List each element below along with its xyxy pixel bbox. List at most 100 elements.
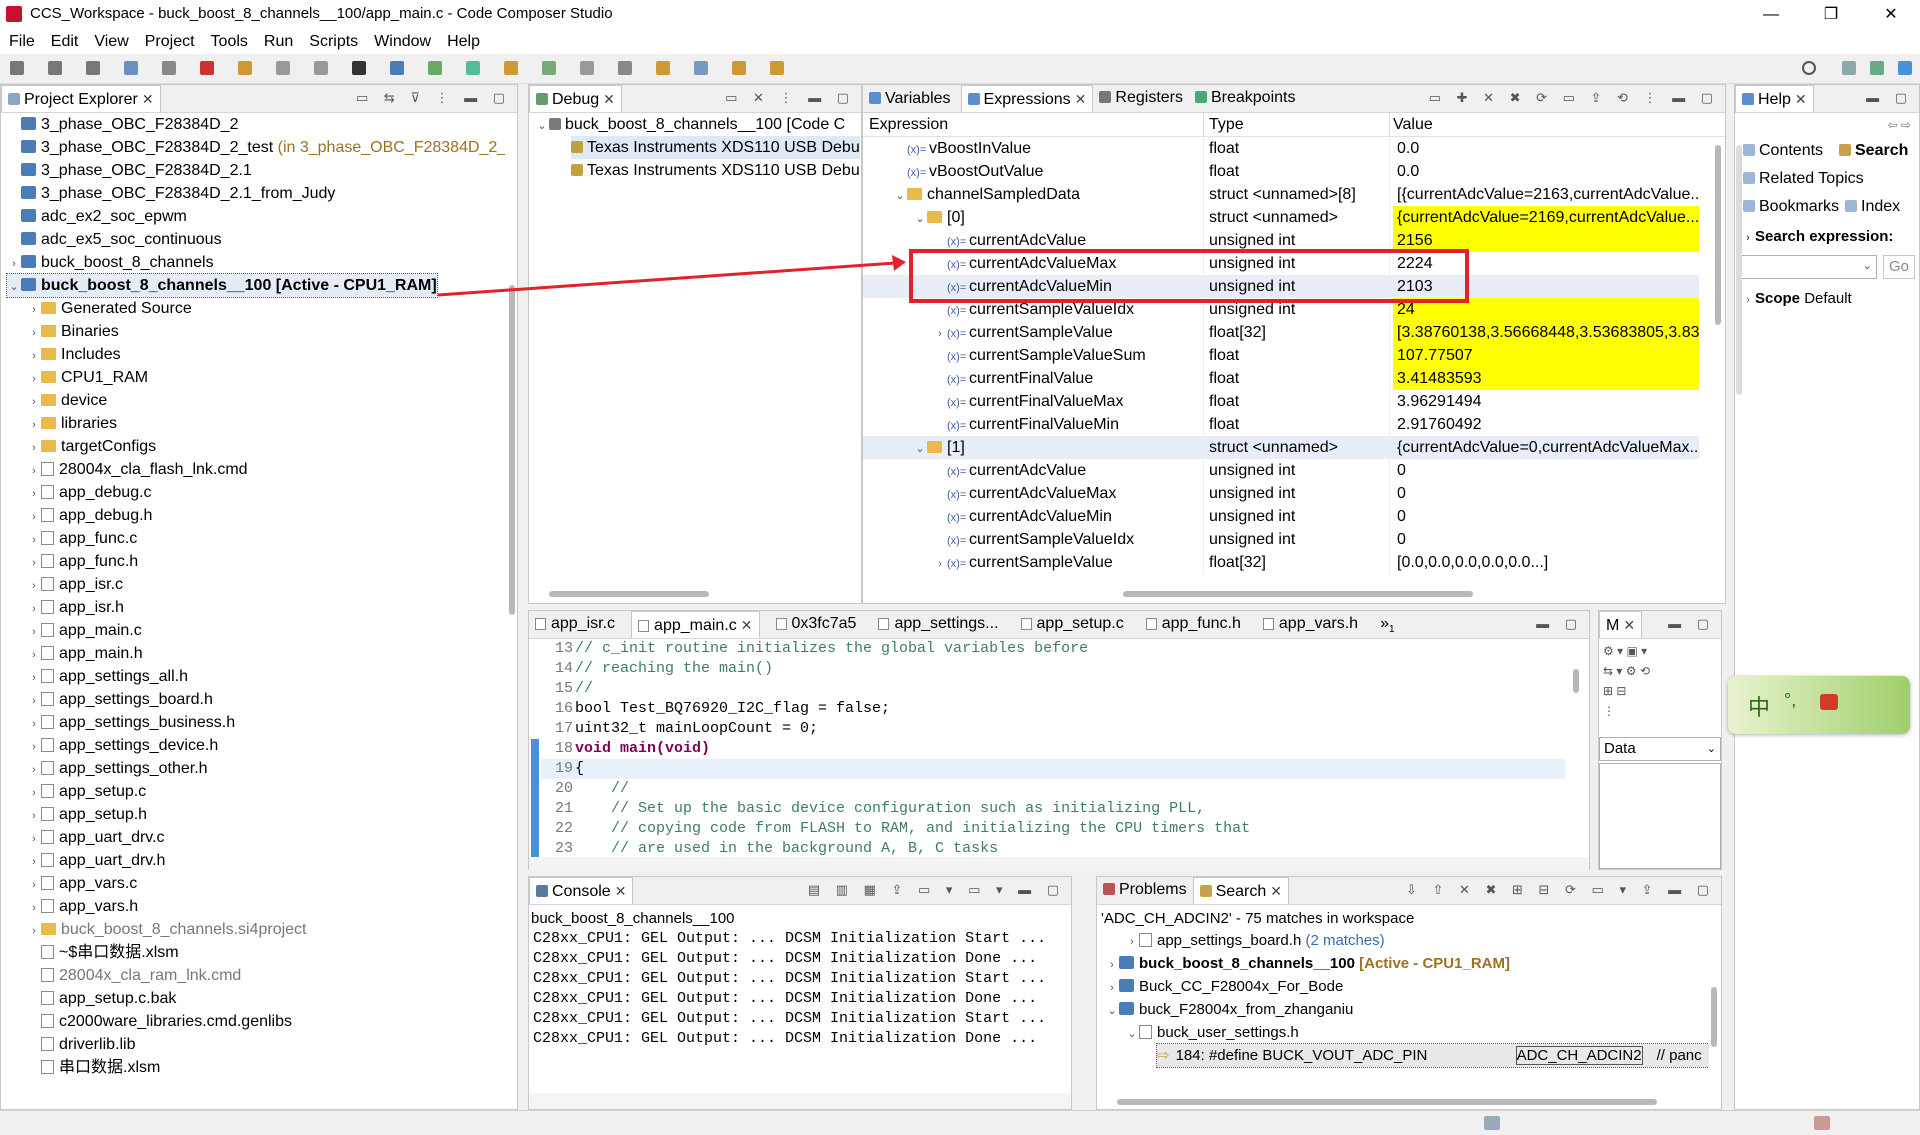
code-line[interactable]: 18 void main(void) [541, 739, 710, 759]
expand-arrow-icon[interactable]: › [27, 782, 41, 805]
ime-toolbar[interactable]: 中 °, [1728, 676, 1910, 734]
expression-row[interactable]: (x)= vBoostOutValue float 0.0 [863, 160, 1699, 183]
toolbar-button-icon[interactable] [580, 61, 594, 75]
project-tree-item[interactable]: › app_settings_other.h [27, 757, 207, 782]
debug-tree-item[interactable]: ⌄ buck_boost_8_channels__100 [Code C [535, 113, 845, 136]
expand-arrow-icon[interactable]: › [27, 460, 41, 483]
search-expression-input[interactable]: ⌄ [1739, 255, 1877, 279]
tab-variables[interactable]: Variables [863, 85, 961, 111]
view-controls[interactable]: ▤ ▥ ▦ ⇪ ▭ ▾ ▭ ▾ ▬ ▢ [808, 882, 1065, 898]
code-line[interactable]: 14// reaching the main() [541, 659, 773, 679]
expand-arrow-icon[interactable]: › [1105, 977, 1119, 1000]
project-tree-item[interactable]: › app_settings_business.h [27, 711, 235, 734]
expand-arrow-icon[interactable]: › [27, 874, 41, 897]
expand-arrow-icon[interactable]: ⌄ [913, 438, 927, 459]
toolbar-button-icon[interactable] [390, 61, 404, 75]
project-tree-item[interactable]: › app_isr.h [27, 596, 124, 619]
scope-row[interactable]: › Scope Default [1741, 287, 1852, 310]
close-tab-icon[interactable]: ✕ [142, 91, 154, 107]
column-value[interactable]: Value [1393, 113, 1693, 136]
console-hscrollbar[interactable] [529, 1093, 1071, 1109]
expand-arrow-icon[interactable]: ⌄ [893, 185, 907, 206]
project-tree-item[interactable]: › app_settings_all.h [27, 665, 188, 688]
editor-tab[interactable]: app_setup.c [1015, 611, 1130, 637]
menu-edit[interactable]: Edit [42, 30, 86, 54]
expression-value-cell[interactable]: {currentAdcValue=2169,currentAdcValue... [1393, 206, 1699, 229]
perspective-icon[interactable] [1870, 61, 1884, 75]
expression-value-cell[interactable]: 0 [1393, 459, 1699, 482]
project-tree-item[interactable]: › app_debug.h [27, 504, 152, 527]
expand-arrow-icon[interactable]: › [27, 736, 41, 759]
project-tree-item[interactable]: › app_settings_board.h [27, 688, 213, 711]
project-tree-item[interactable]: › Binaries [27, 320, 119, 343]
expand-arrow-icon[interactable]: › [27, 897, 41, 920]
toolbar-button-icon[interactable] [276, 61, 290, 75]
project-tree-item[interactable]: › app_main.h [27, 642, 142, 665]
project-tree-item[interactable]: › app_main.c [27, 619, 142, 642]
expression-value-cell[interactable]: 0.0 [1393, 137, 1699, 160]
minimize-button[interactable]: — [1746, 2, 1796, 28]
close-tab-icon[interactable]: ✕ [615, 883, 627, 899]
expand-arrow-icon[interactable]: › [1105, 954, 1119, 977]
toolbar-button-icon[interactable] [48, 61, 62, 75]
search-match-line[interactable]: ⇨ 184: #define BUCK_VOUT_ADC_PIN ADC_CH_AD… [1156, 1043, 1709, 1068]
expression-row[interactable]: ⌄ channelSampledData struct <unnamed>[8] [{… [863, 183, 1699, 206]
toolbar-button-icon[interactable] [694, 61, 708, 75]
expand-arrow-icon[interactable]: ⌄ [535, 115, 549, 138]
project-tree-item[interactable]: › app_debug.c [27, 481, 151, 504]
expand-arrow-icon[interactable]: › [7, 253, 21, 276]
search-result-item[interactable]: › Buck_CC_F28004x_For_Bode [1105, 975, 1343, 998]
code-line[interactable]: 15// [541, 679, 593, 699]
expression-row[interactable]: (x)= currentAdcValueMin unsigned int 0 [863, 505, 1699, 528]
code-editor[interactable]: 13// c_init routine initializes the glob… [541, 639, 1565, 857]
code-line[interactable]: 17 uint32_t mainLoopCount = 0; [541, 719, 818, 739]
tab-outline[interactable]: M ✕ [1599, 611, 1643, 638]
expressions-vscrollbar[interactable] [1715, 145, 1721, 325]
expand-arrow-icon[interactable]: › [27, 713, 41, 736]
menu-help[interactable]: Help [438, 30, 487, 54]
expand-arrow-icon[interactable]: › [27, 828, 41, 851]
expression-value-cell[interactable]: [3.38760138,3.56668448,3.53683805,3.835 [1393, 321, 1699, 344]
editor-tab[interactable]: app_func.h [1140, 611, 1247, 637]
expression-row[interactable]: (x)= currentAdcValueMax unsigned int 0 [863, 482, 1699, 505]
go-button[interactable]: Go [1883, 255, 1915, 279]
view-controls[interactable]: ▬ ▢ [1866, 90, 1913, 106]
expand-arrow-icon[interactable]: ⌄ [1105, 1000, 1119, 1023]
editor-tab[interactable]: app_vars.h [1257, 611, 1364, 637]
toolbar-button-icon[interactable] [618, 61, 632, 75]
tab-breakpoints[interactable]: Breakpoints [1189, 85, 1302, 111]
toolbar-button-icon[interactable] [656, 61, 670, 75]
project-tree-item[interactable]: › app_func.h [27, 550, 138, 573]
toolbar-button-icon[interactable] [428, 61, 442, 75]
search-result-item[interactable]: ⌄ buck_F28004x_from_zhanganiu [1105, 998, 1353, 1021]
project-tree-item[interactable]: › 28004x_cla_flash_lnk.cmd [27, 458, 247, 483]
expression-row[interactable]: (x)= currentFinalValue float 3.41483593 [863, 367, 1699, 390]
search-vscrollbar[interactable] [1711, 987, 1717, 1047]
editor-hscrollbar[interactable] [529, 857, 1589, 871]
toolbar-button-icon[interactable] [10, 61, 24, 75]
expand-arrow-icon[interactable]: › [27, 575, 41, 598]
tab-expressions[interactable]: Expressions ✕ [960, 85, 1094, 112]
maximize-button[interactable]: ❐ [1806, 2, 1856, 28]
toolbar-button-icon[interactable] [314, 61, 328, 75]
expand-arrow-icon[interactable]: › [27, 759, 41, 782]
toolbar-button-icon[interactable] [124, 61, 138, 75]
close-tab-icon[interactable]: ✕ [1623, 617, 1635, 633]
project-tree-item[interactable]: › buck_boost_8_channels.si4project [27, 918, 306, 941]
tab-registers[interactable]: Registers [1093, 85, 1189, 111]
expand-arrow-icon[interactable]: › [27, 506, 41, 529]
view-controls[interactable]: ▭ ✕ ⋮ ▬ ▢ [725, 90, 855, 106]
editor-tab[interactable]: app_settings... [872, 611, 1004, 637]
debug-hscrollbar[interactable] [549, 591, 709, 597]
help-related-topics-link[interactable]: Related Topics [1743, 167, 1864, 190]
project-tree-item[interactable]: › app_setup.c [27, 780, 146, 803]
project-tree-item[interactable]: adc_ex5_soc_continuous [7, 228, 222, 251]
project-tree-item[interactable]: › app_uart_drv.c [27, 826, 164, 851]
expression-value-cell[interactable]: [0.0,0.0,0.0,0.0,0.0...] [1393, 551, 1699, 574]
toolbar-button-icon[interactable] [162, 61, 176, 75]
expand-arrow-icon[interactable]: › [27, 552, 41, 575]
search-result-item[interactable]: ⌄ buck_user_settings.h [1125, 1021, 1298, 1044]
search-hscrollbar[interactable] [1117, 1099, 1657, 1105]
expand-arrow-icon[interactable]: › [27, 414, 41, 437]
menu-window[interactable]: Window [365, 30, 438, 54]
